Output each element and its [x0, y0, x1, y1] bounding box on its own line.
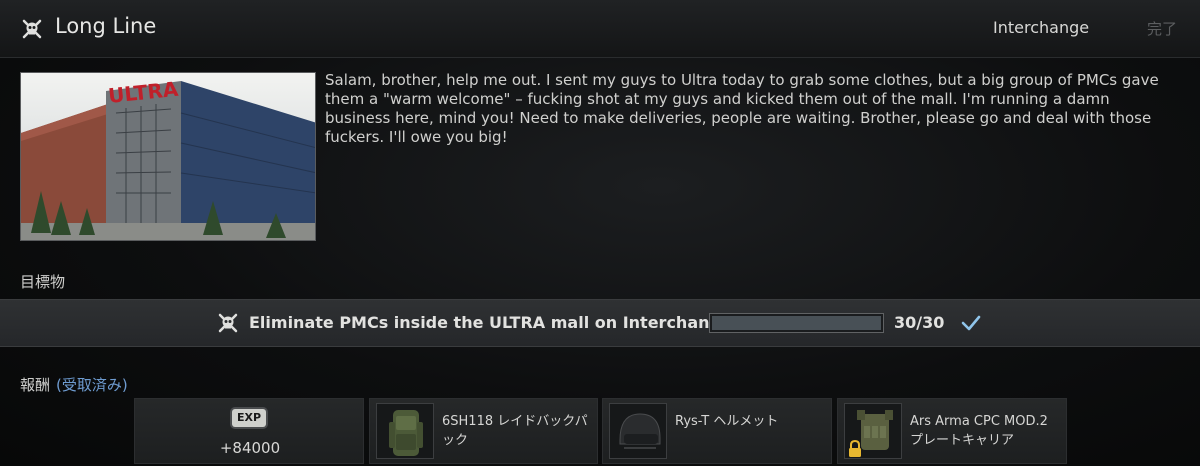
helmet-icon	[609, 403, 667, 459]
quest-description: Salam, brother, help me out. I sent my g…	[325, 71, 1159, 146]
reward-exp: EXP +84000	[134, 398, 364, 464]
reward-item[interactable]: Rys-T ヘルメット	[602, 398, 832, 464]
complete-button[interactable]: 完了	[1147, 18, 1177, 39]
reward-item-name: Ars Arma CPC MOD.2 プレートキャリア	[910, 414, 1048, 448]
quest-header: Long Line Interchange 完了	[0, 0, 1200, 58]
checkmark-icon	[961, 315, 981, 331]
lock-icon	[849, 440, 861, 457]
rewards-label-text: 報酬	[20, 376, 51, 394]
skull-icon	[218, 313, 238, 333]
rewards-label: 報酬 (受取済み)	[20, 374, 128, 395]
quest-image: ULTRA	[20, 72, 316, 241]
reward-item-name: 6SH118 レイドバックパック	[442, 414, 588, 448]
rewards-status: (受取済み)	[56, 376, 128, 394]
backpack-icon	[376, 403, 434, 459]
objective-progress-count: 30/30	[894, 313, 945, 332]
objectives-label: 目標物	[20, 273, 66, 291]
objective-text: Eliminate PMCs inside the ULTRA mall on …	[249, 313, 732, 332]
objective-progress-fill	[712, 316, 881, 330]
reward-item[interactable]: 6SH118 レイドバックパック	[369, 398, 598, 464]
quest-title: Long Line	[55, 14, 157, 38]
objective-row: Eliminate PMCs inside the ULTRA mall on …	[0, 299, 1200, 347]
ultra-mall-image: ULTRA	[21, 73, 315, 240]
objective-progress-bar	[709, 313, 884, 333]
exp-value: +84000	[219, 439, 281, 457]
exp-badge: EXP	[232, 409, 266, 427]
reward-item[interactable]: Ars Arma CPC MOD.2 プレートキャリア	[837, 398, 1067, 464]
skull-icon	[22, 19, 42, 39]
quest-location: Interchange	[993, 18, 1090, 37]
plate-carrier-icon	[844, 403, 902, 459]
reward-item-name: Rys-T ヘルメット	[675, 414, 779, 429]
